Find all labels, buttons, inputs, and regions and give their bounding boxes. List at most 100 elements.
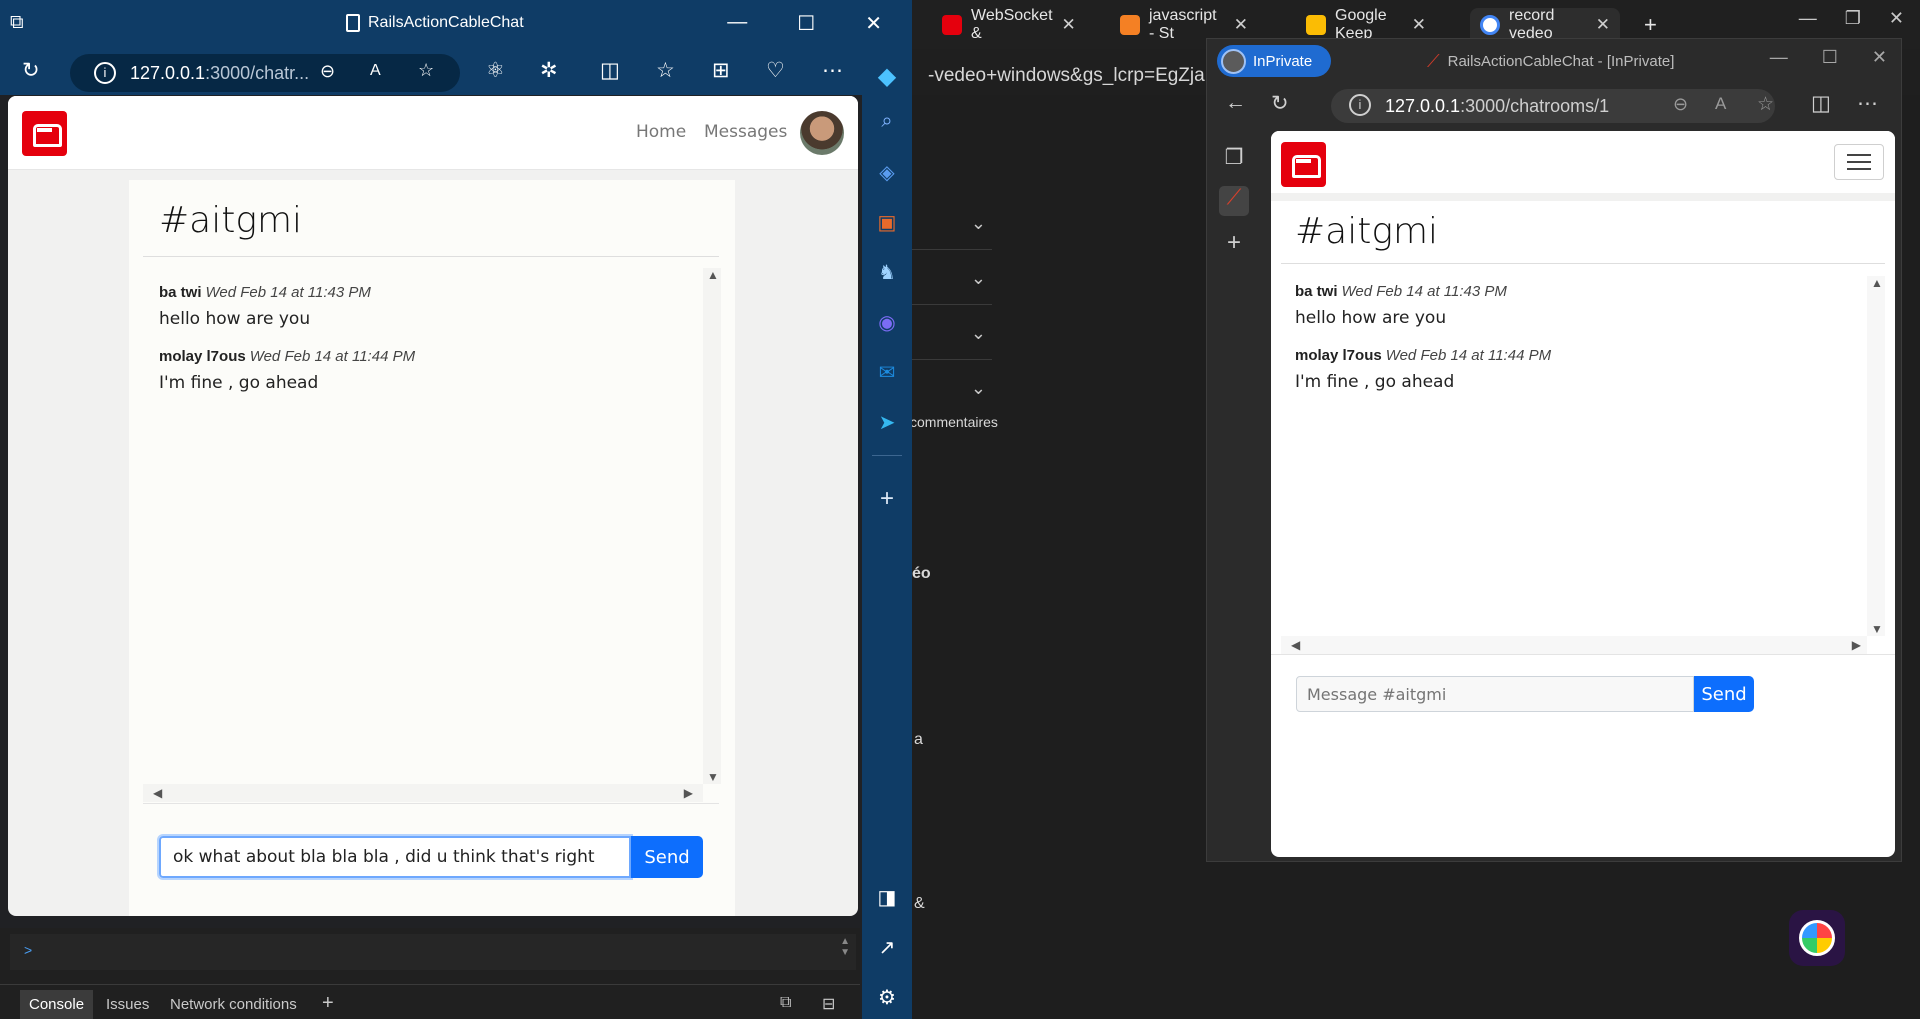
scroll-right-icon[interactable]: ▶	[1852, 638, 1861, 652]
scroll-up-icon[interactable]: ▲	[1871, 276, 1883, 290]
console-area[interactable]: > ▲ ▼	[10, 934, 856, 970]
hamburger-menu-button[interactable]	[1834, 144, 1884, 180]
horizontal-scrollbar[interactable]: ◀ ▶	[1281, 636, 1867, 654]
console-scroll-icon[interactable]: ▲ ▼	[840, 936, 850, 958]
maximize-icon[interactable]: ☐	[797, 11, 815, 36]
scroll-down-icon[interactable]: ▼	[707, 770, 719, 784]
nav-home-link[interactable]: Home	[636, 122, 686, 142]
close-icon[interactable]: ✕	[1872, 47, 1887, 68]
chat-card: #aitgmi ba twi Wed Feb 14 at 11:43 PM hel…	[129, 180, 735, 916]
nav-messages-link[interactable]: Messages	[704, 122, 787, 142]
maximize-icon[interactable]: ☐	[1822, 47, 1838, 68]
games-icon[interactable]: ♞	[874, 260, 900, 286]
inprivate-badge[interactable]: InPrivate	[1217, 45, 1331, 77]
outlook-icon[interactable]: ✉	[874, 360, 900, 386]
add-tab-plus-icon[interactable]: +	[322, 992, 334, 1015]
settings-gear-icon[interactable]: ⚙	[874, 985, 900, 1011]
bus-logo-icon[interactable]	[1281, 142, 1326, 187]
text-fragment: commentaires	[910, 414, 998, 430]
devtools-tab-issues[interactable]: Issues	[106, 996, 149, 1013]
address-bar[interactable]: i 127.0.0.1:3000/chatr... ⊖ A ☆	[70, 54, 460, 92]
accordion-row[interactable]: ⌄	[912, 250, 992, 305]
divider	[143, 803, 719, 804]
close-tab-icon[interactable]: ✕	[1412, 15, 1426, 35]
more-options-icon[interactable]: ⋯	[1857, 91, 1878, 116]
address-bar[interactable]: i 127.0.0.1:3000/chatrooms/1	[1331, 89, 1775, 123]
close-drawer-icon[interactable]: ⊟	[822, 994, 835, 1014]
minimize-icon[interactable]: —	[1799, 8, 1817, 29]
send-button[interactable]: Send	[1694, 676, 1754, 712]
tab-record-vedeo[interactable]: record vedeo ✕	[1470, 7, 1620, 42]
devtools-tab-console[interactable]: Console	[20, 990, 94, 1019]
scroll-up-icon[interactable]: ▲	[707, 268, 719, 282]
vertical-scrollbar[interactable]: ▲ ▼	[1867, 276, 1885, 636]
browser-essentials-icon[interactable]: ♡	[766, 58, 785, 83]
scroll-right-icon[interactable]: ▶	[684, 786, 693, 800]
rails-tab-icon[interactable]: ⟋	[1219, 186, 1249, 216]
copilot-icon[interactable]: ◆	[874, 62, 900, 90]
scroll-left-icon[interactable]: ◀	[153, 786, 162, 800]
close-tab-icon[interactable]: ✕	[1596, 15, 1610, 35]
close-tab-icon[interactable]: ✕	[1234, 15, 1248, 35]
favorite-star-icon[interactable]: ☆	[418, 60, 434, 81]
message-time: Wed Feb 14 at 11:43 PM	[205, 284, 371, 301]
accordion-row[interactable]: ⌄	[912, 195, 992, 250]
message-author: molay l7ous	[1295, 347, 1382, 364]
back-arrow-icon[interactable]: ←	[1225, 91, 1246, 115]
message-input[interactable]	[1296, 676, 1694, 712]
dock-side-icon[interactable]: ⧉	[780, 994, 791, 1012]
accordion-row[interactable]: ⌄	[912, 360, 992, 415]
site-info-icon[interactable]: i	[1349, 94, 1371, 116]
close-icon[interactable]: ✕	[1889, 8, 1904, 29]
zoom-out-icon[interactable]: ⊖	[1673, 94, 1688, 115]
tools-briefcase-icon[interactable]: ▣	[874, 210, 900, 236]
message-body: I'm fine , go ahead	[159, 373, 319, 393]
tab-javascript[interactable]: javascript - St ✕	[1110, 7, 1258, 42]
sidebar-toggle-icon[interactable]: ◨	[874, 885, 900, 911]
accordion-row[interactable]: ⌄	[912, 305, 992, 360]
read-aloud-icon[interactable]: A	[370, 62, 381, 80]
send-button[interactable]: Send	[631, 836, 703, 878]
tab-websocket[interactable]: WebSocket & ✕	[932, 7, 1076, 42]
workspaces-icon[interactable]: ⧉	[10, 12, 24, 34]
user-avatar[interactable]	[800, 111, 844, 155]
scroll-left-icon[interactable]: ◀	[1291, 638, 1300, 652]
restore-icon[interactable]: ❐	[1845, 8, 1861, 29]
split-screen-icon[interactable]: ◫	[600, 58, 620, 83]
bus-logo-icon[interactable]	[22, 111, 67, 156]
message-time: Wed Feb 14 at 11:44 PM	[249, 348, 416, 365]
extensions-icon[interactable]: ✲	[540, 58, 558, 83]
devtools-tab-network-conditions[interactable]: Network conditions	[170, 996, 297, 1013]
new-tab-button[interactable]: +	[1634, 8, 1667, 42]
favorites-icon[interactable]: ☆	[656, 58, 675, 83]
microsoft365-icon[interactable]: ◉	[874, 310, 900, 336]
tab-google-keep[interactable]: Google Keep ✕	[1296, 7, 1436, 42]
shopping-tag-icon[interactable]: ◈	[874, 160, 900, 186]
drop-send-icon[interactable]: ➤	[874, 410, 900, 436]
refresh-icon[interactable]: ↻	[1271, 91, 1289, 116]
collections-icon[interactable]: ⊞	[712, 58, 730, 83]
split-screen-icon[interactable]: ◫	[1811, 91, 1831, 116]
add-plus-icon[interactable]: +	[874, 485, 900, 512]
site-info-icon[interactable]: i	[94, 62, 116, 84]
minimize-icon[interactable]: —	[727, 11, 747, 36]
scroll-down-icon[interactable]: ▼	[1871, 622, 1883, 636]
message-input[interactable]	[157, 834, 633, 880]
favorite-star-icon[interactable]: ☆	[1757, 93, 1774, 116]
close-icon[interactable]: ✕	[865, 11, 882, 36]
search-icon[interactable]: ⌕	[874, 110, 900, 136]
refresh-icon[interactable]: ↻	[22, 58, 40, 83]
more-options-icon[interactable]: ⋯	[822, 58, 843, 83]
zoom-out-icon[interactable]: ⊖	[320, 61, 335, 82]
tab-actions-icon[interactable]: ❐	[1219, 145, 1249, 175]
minimize-icon[interactable]: —	[1770, 47, 1788, 68]
horizontal-scrollbar[interactable]: ◀ ▶	[143, 784, 703, 802]
react-devtools-icon[interactable]: ⚛	[486, 58, 505, 83]
vertical-scrollbar[interactable]: ▲ ▼	[703, 268, 721, 784]
close-tab-icon[interactable]: ✕	[1062, 15, 1076, 35]
copilot-app-icon[interactable]	[1789, 910, 1845, 966]
new-tab-plus-icon[interactable]: +	[1219, 229, 1249, 259]
divider	[0, 984, 860, 985]
read-aloud-icon[interactable]: A	[1715, 94, 1726, 114]
open-external-icon[interactable]: ↗	[874, 935, 900, 961]
